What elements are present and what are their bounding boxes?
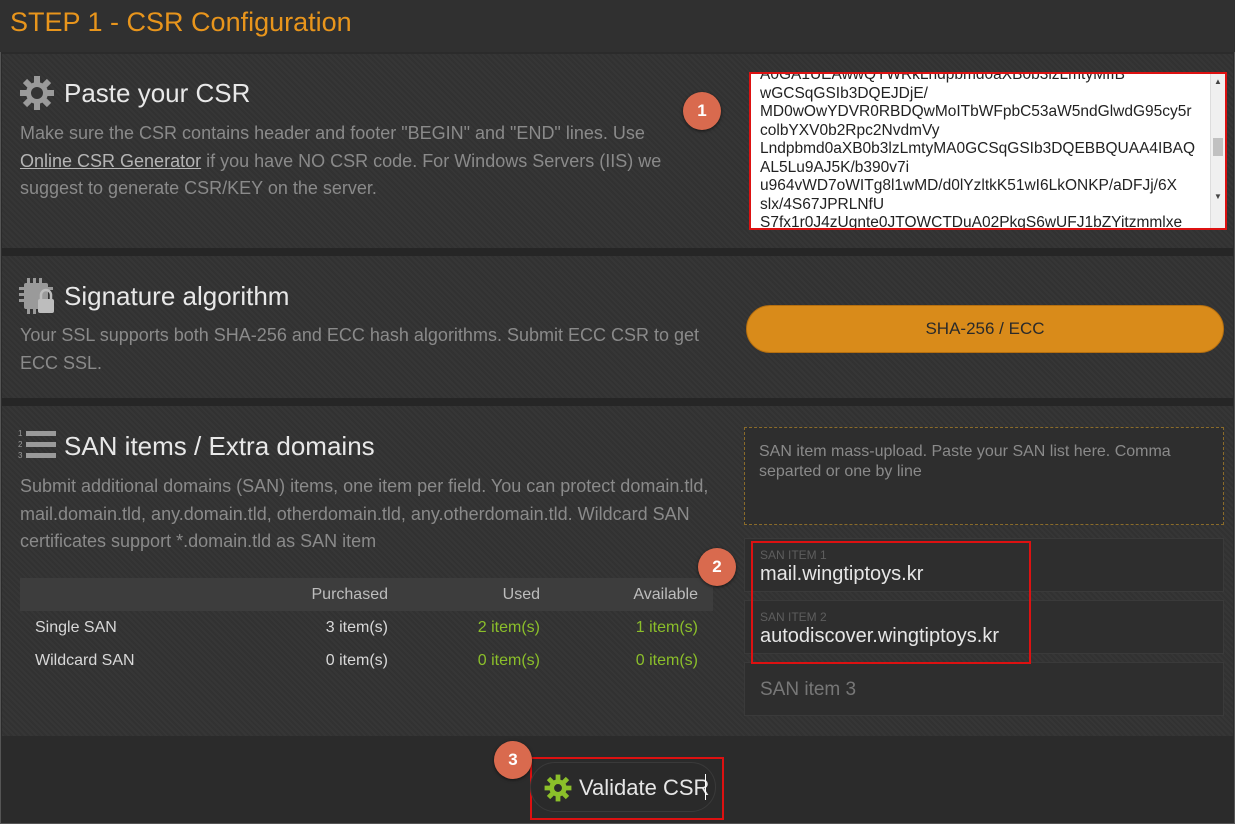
csr-line[interactable]: AL5Lu9AJ5K/b390v7i: [760, 159, 1200, 178]
online-csr-generator-link[interactable]: Online CSR Generator: [20, 151, 201, 171]
csr-line[interactable]: A0GA1UEAwwQYWRkLndpbmd0aXB0b3lzLmtyMIIB: [760, 74, 1200, 85]
numbered-list-icon: 1 2 3: [18, 429, 56, 460]
available-value: 1 item(s): [635, 619, 698, 636]
scroll-up-icon[interactable]: ▲: [1214, 77, 1222, 86]
san-item-3-placeholder[interactable]: SAN item 3: [760, 679, 856, 701]
csr-line[interactable]: slx/4S67JPRLNfU: [760, 196, 1200, 215]
svg-text:3: 3: [18, 451, 23, 460]
step-badge-3: 3: [494, 741, 532, 779]
algorithm-section-title: Signature algorithm: [64, 281, 290, 311]
validate-csr-label: Validate CSR: [579, 775, 710, 800]
available-value: 0 item(s): [635, 652, 698, 669]
csr-scrollbar[interactable]: ▲ ▼: [1210, 74, 1225, 228]
divider: [2, 398, 1233, 406]
step-badge-2: 2: [698, 548, 736, 586]
algorithm-section-desc: Your SSL supports both SHA-256 and ECC h…: [20, 325, 700, 373]
svg-text:2: 2: [18, 440, 23, 449]
gear-icon: [544, 774, 572, 802]
scrollbar-thumb[interactable]: [1213, 138, 1223, 156]
used-value: 2 item(s): [477, 619, 540, 636]
page-title: STEP 1 - CSR Configuration: [10, 7, 352, 37]
purchased-value: 0 item(s): [325, 652, 388, 669]
csr-section-title: Paste your CSR: [64, 78, 251, 108]
sha256-ecc-button[interactable]: SHA-256 / ECC: [746, 305, 1224, 353]
csr-line[interactable]: S7fx1r0J4zUgnte0JTOWCTDuA02PkgS6wUFJ1bZY…: [760, 214, 1200, 228]
csr-line[interactable]: u964vWD7oWITg8l1wMD/d0lYzltkK51wI6LkONKP…: [760, 177, 1200, 196]
validate-csr-button[interactable]: Validate CSR: [530, 762, 716, 812]
step-badge-1: 1: [683, 92, 721, 130]
row-label: Wildcard SAN: [35, 652, 135, 669]
table-header: Purchased Used Available: [20, 578, 713, 611]
col-purchased: Purchased: [311, 586, 389, 603]
csr-section-desc: Make sure the CSR contains header and fo…: [20, 120, 700, 203]
row-label: Single SAN: [35, 619, 117, 636]
csr-textarea[interactable]: A0GA1UEAwwQYWRkLndpbmd0aXB0b3lzLmtyMIIB w…: [749, 72, 1227, 230]
gear-icon: [20, 76, 54, 110]
col-available: Available: [633, 586, 698, 603]
san-usage-table: Purchased Used Available Single SAN 3 it…: [20, 578, 713, 677]
purchased-value: 3 item(s): [325, 619, 388, 636]
csr-textarea-content[interactable]: A0GA1UEAwwQYWRkLndpbmd0aXB0b3lzLmtyMIIB w…: [760, 74, 1200, 228]
chip-lock-icon: [19, 278, 54, 314]
step-header: STEP 1 - CSR Configuration: [0, 0, 1235, 52]
san-section-title: SAN items / Extra domains: [64, 431, 375, 461]
san-section-desc: Submit additional domains (SAN) items, o…: [20, 476, 709, 551]
scroll-down-icon[interactable]: ▼: [1214, 192, 1222, 201]
col-used: Used: [502, 586, 540, 603]
divider: [2, 248, 1233, 256]
csr-desc-text: Make sure the CSR contains header and fo…: [20, 123, 645, 143]
used-value: 0 item(s): [477, 652, 540, 669]
csr-line[interactable]: MD0wOwYDVR0RBDQwMoITbWFpbC53aW5ndGlwdG95…: [760, 103, 1200, 122]
san-item-3-field[interactable]: SAN item 3: [744, 662, 1224, 716]
csr-line[interactable]: colbYXV0b2Rpc2NvdmVy: [760, 122, 1200, 141]
csr-line[interactable]: Lndpbmd0aXB0b3lzLmtyMA0GCSqGSIb3DQEBBQUA…: [760, 140, 1200, 159]
san-mass-upload-textarea[interactable]: SAN item mass-upload. Paste your SAN lis…: [744, 427, 1224, 525]
csr-line[interactable]: wGCSqGSIb3DQEJDjE/: [760, 85, 1200, 104]
text-caret: [705, 774, 706, 800]
table-row: Wildcard SAN 0 item(s) 0 item(s) 0 item(…: [20, 644, 713, 677]
svg-text:1: 1: [18, 429, 23, 438]
table-row: Single SAN 3 item(s) 2 item(s) 1 item(s): [20, 611, 713, 644]
highlight-box-san: [751, 541, 1031, 664]
